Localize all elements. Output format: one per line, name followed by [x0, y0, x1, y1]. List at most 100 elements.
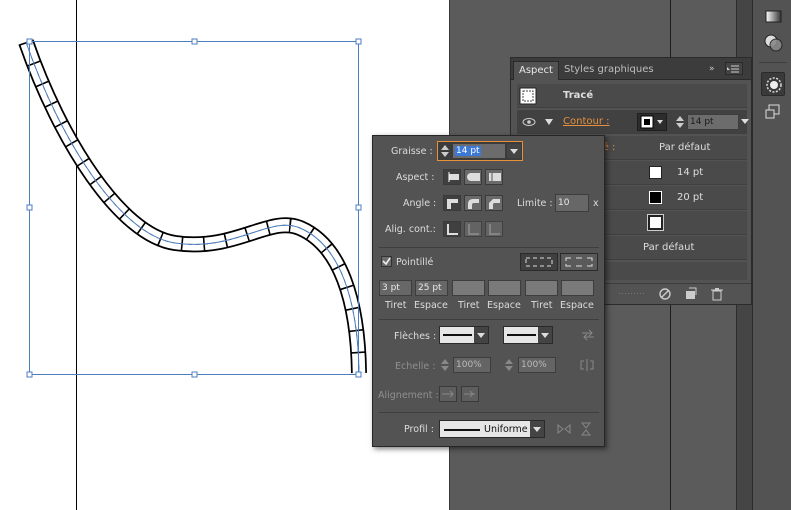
path-thumbnail-icon [519, 87, 537, 105]
dash-2-input[interactable] [452, 280, 485, 296]
handle-ml [26, 204, 33, 211]
limite-unit: x [593, 198, 599, 209]
start-arrow-dropdown[interactable] [439, 326, 489, 344]
gap-1-label: Espace [414, 300, 448, 311]
handle-br [355, 371, 362, 378]
duplicate-item-icon[interactable] [684, 287, 698, 301]
stroke-swatch-black[interactable] [649, 191, 662, 204]
chevron-down-icon [510, 149, 518, 154]
dash-3-input[interactable] [525, 280, 558, 296]
stroke-3-weight: 20 pt [677, 192, 704, 203]
graisse-control[interactable]: 14 pt [437, 141, 523, 161]
limite-label: Limite : [517, 198, 553, 209]
align-stroke-label: Alig. cont.: [385, 224, 436, 235]
butt-cap-icon [448, 172, 459, 182]
visibility-eye-icon[interactable] [522, 116, 536, 128]
alignement-label: Alignement : [378, 390, 439, 401]
dash-preserve-button[interactable] [520, 253, 558, 271]
weight-stepper-icon[interactable] [674, 114, 686, 130]
graisse-value: 14 pt [455, 146, 481, 156]
panel-toolbar [752, 0, 791, 510]
limite-input[interactable]: 10 [555, 194, 589, 212]
arrow-place-icon [464, 390, 475, 398]
tab-styles-graphiques[interactable]: Styles graphiques [559, 61, 659, 80]
separator [379, 247, 599, 248]
opacity-2-value: Par défaut [643, 242, 695, 253]
stroke-swatch-white[interactable] [649, 166, 662, 179]
profil-dropdown-arrow[interactable] [530, 421, 544, 437]
gap-2-label: Espace [487, 300, 521, 311]
gradient-panel-button[interactable] [761, 4, 785, 28]
join-bevel-button[interactable] [485, 195, 503, 211]
appearance-icon [766, 77, 782, 93]
cap-round-button[interactable] [464, 169, 482, 185]
contour-weight-field[interactable]: 14 pt [687, 114, 739, 130]
dash-align-corners-icon [565, 257, 593, 267]
resize-grip-icon[interactable] [619, 291, 649, 297]
cap-butt-button[interactable] [443, 169, 461, 185]
align-inside-button[interactable] [464, 221, 482, 237]
miter-join-icon [447, 199, 458, 209]
fleches-label: Flèches : [394, 331, 437, 342]
tab-aspect[interactable]: Aspect [513, 61, 559, 80]
echelle-start-input[interactable]: 100% [453, 357, 491, 373]
align-center-button[interactable] [443, 221, 461, 237]
arrow-none-icon [507, 327, 552, 343]
swap-arrows-icon[interactable] [581, 329, 595, 341]
arrow-align-extend-button[interactable] [439, 386, 457, 402]
pointille-label[interactable]: Pointillé [396, 257, 433, 268]
graphic-styles-panel-button[interactable] [761, 100, 785, 124]
pointille-checkbox[interactable] [381, 256, 392, 267]
separator [379, 412, 599, 413]
appearance-panel-button[interactable] [761, 72, 785, 96]
row-contour[interactable]: Contour : 14 pt [517, 110, 749, 134]
gap-3-input[interactable] [561, 280, 594, 296]
handle-tr [355, 38, 362, 45]
disclosure-triangle-icon[interactable] [544, 118, 554, 126]
echelle-start-stepper-icon[interactable] [439, 356, 451, 374]
panel-menu-button[interactable] [725, 62, 743, 75]
path-selection [25, 41, 360, 374]
gap-3-label: Espace [560, 300, 594, 311]
menu-icon [727, 65, 739, 73]
stroke-color-dropdown[interactable] [637, 113, 667, 131]
join-miter-button[interactable] [443, 195, 461, 211]
contour-link[interactable]: Contour : [563, 116, 609, 127]
end-arrow-dropdown[interactable] [503, 326, 553, 344]
uniform-profile-icon [444, 429, 480, 431]
link-scale-icon[interactable] [578, 358, 596, 372]
graisse-dropdown[interactable] [507, 144, 521, 158]
gap-2-input[interactable] [488, 280, 521, 296]
echelle-end-stepper-icon[interactable] [503, 356, 515, 374]
center-line [25, 41, 360, 374]
chevron-down-icon[interactable] [741, 119, 749, 125]
chevron-down-icon [533, 427, 541, 432]
join-round-button[interactable] [464, 195, 482, 211]
transparency-panel-button[interactable] [761, 30, 785, 54]
echelle-end-input[interactable]: 100% [518, 357, 556, 373]
dash-3-label: Tiret [531, 300, 553, 311]
stroked-path-outer [18, 39, 367, 374]
flip-across-icon[interactable] [580, 422, 592, 436]
row-trace[interactable]: Tracé [517, 84, 747, 108]
dash-align-corners-button[interactable] [560, 253, 598, 271]
flip-along-icon[interactable] [557, 423, 571, 435]
graisse-input[interactable]: 14 pt [453, 144, 505, 158]
profil-dropdown[interactable]: Uniforme [439, 420, 545, 438]
cap-square-button[interactable] [485, 169, 503, 185]
trash-icon[interactable] [710, 287, 724, 301]
align-outside-button[interactable] [485, 221, 503, 237]
fill-swatch[interactable] [647, 214, 664, 231]
graisse-stepper-icon[interactable] [440, 144, 450, 158]
collapse-panel-icon[interactable]: » [709, 64, 715, 74]
dash-1-input[interactable]: 3 pt [379, 280, 412, 296]
arrow-align-place-button[interactable] [461, 386, 479, 402]
clear-appearance-icon[interactable] [658, 287, 672, 301]
stroke-options-flyout: Graisse : 14 pt Aspect : Angle : Limite … [372, 135, 605, 447]
bounding-box [29, 41, 359, 375]
dash-marks [19, 39, 366, 374]
handle-tm [191, 38, 198, 45]
separator [379, 319, 599, 320]
gap-1-input[interactable]: 25 pt [415, 280, 448, 296]
stroke-2-weight: 14 pt [677, 167, 704, 178]
